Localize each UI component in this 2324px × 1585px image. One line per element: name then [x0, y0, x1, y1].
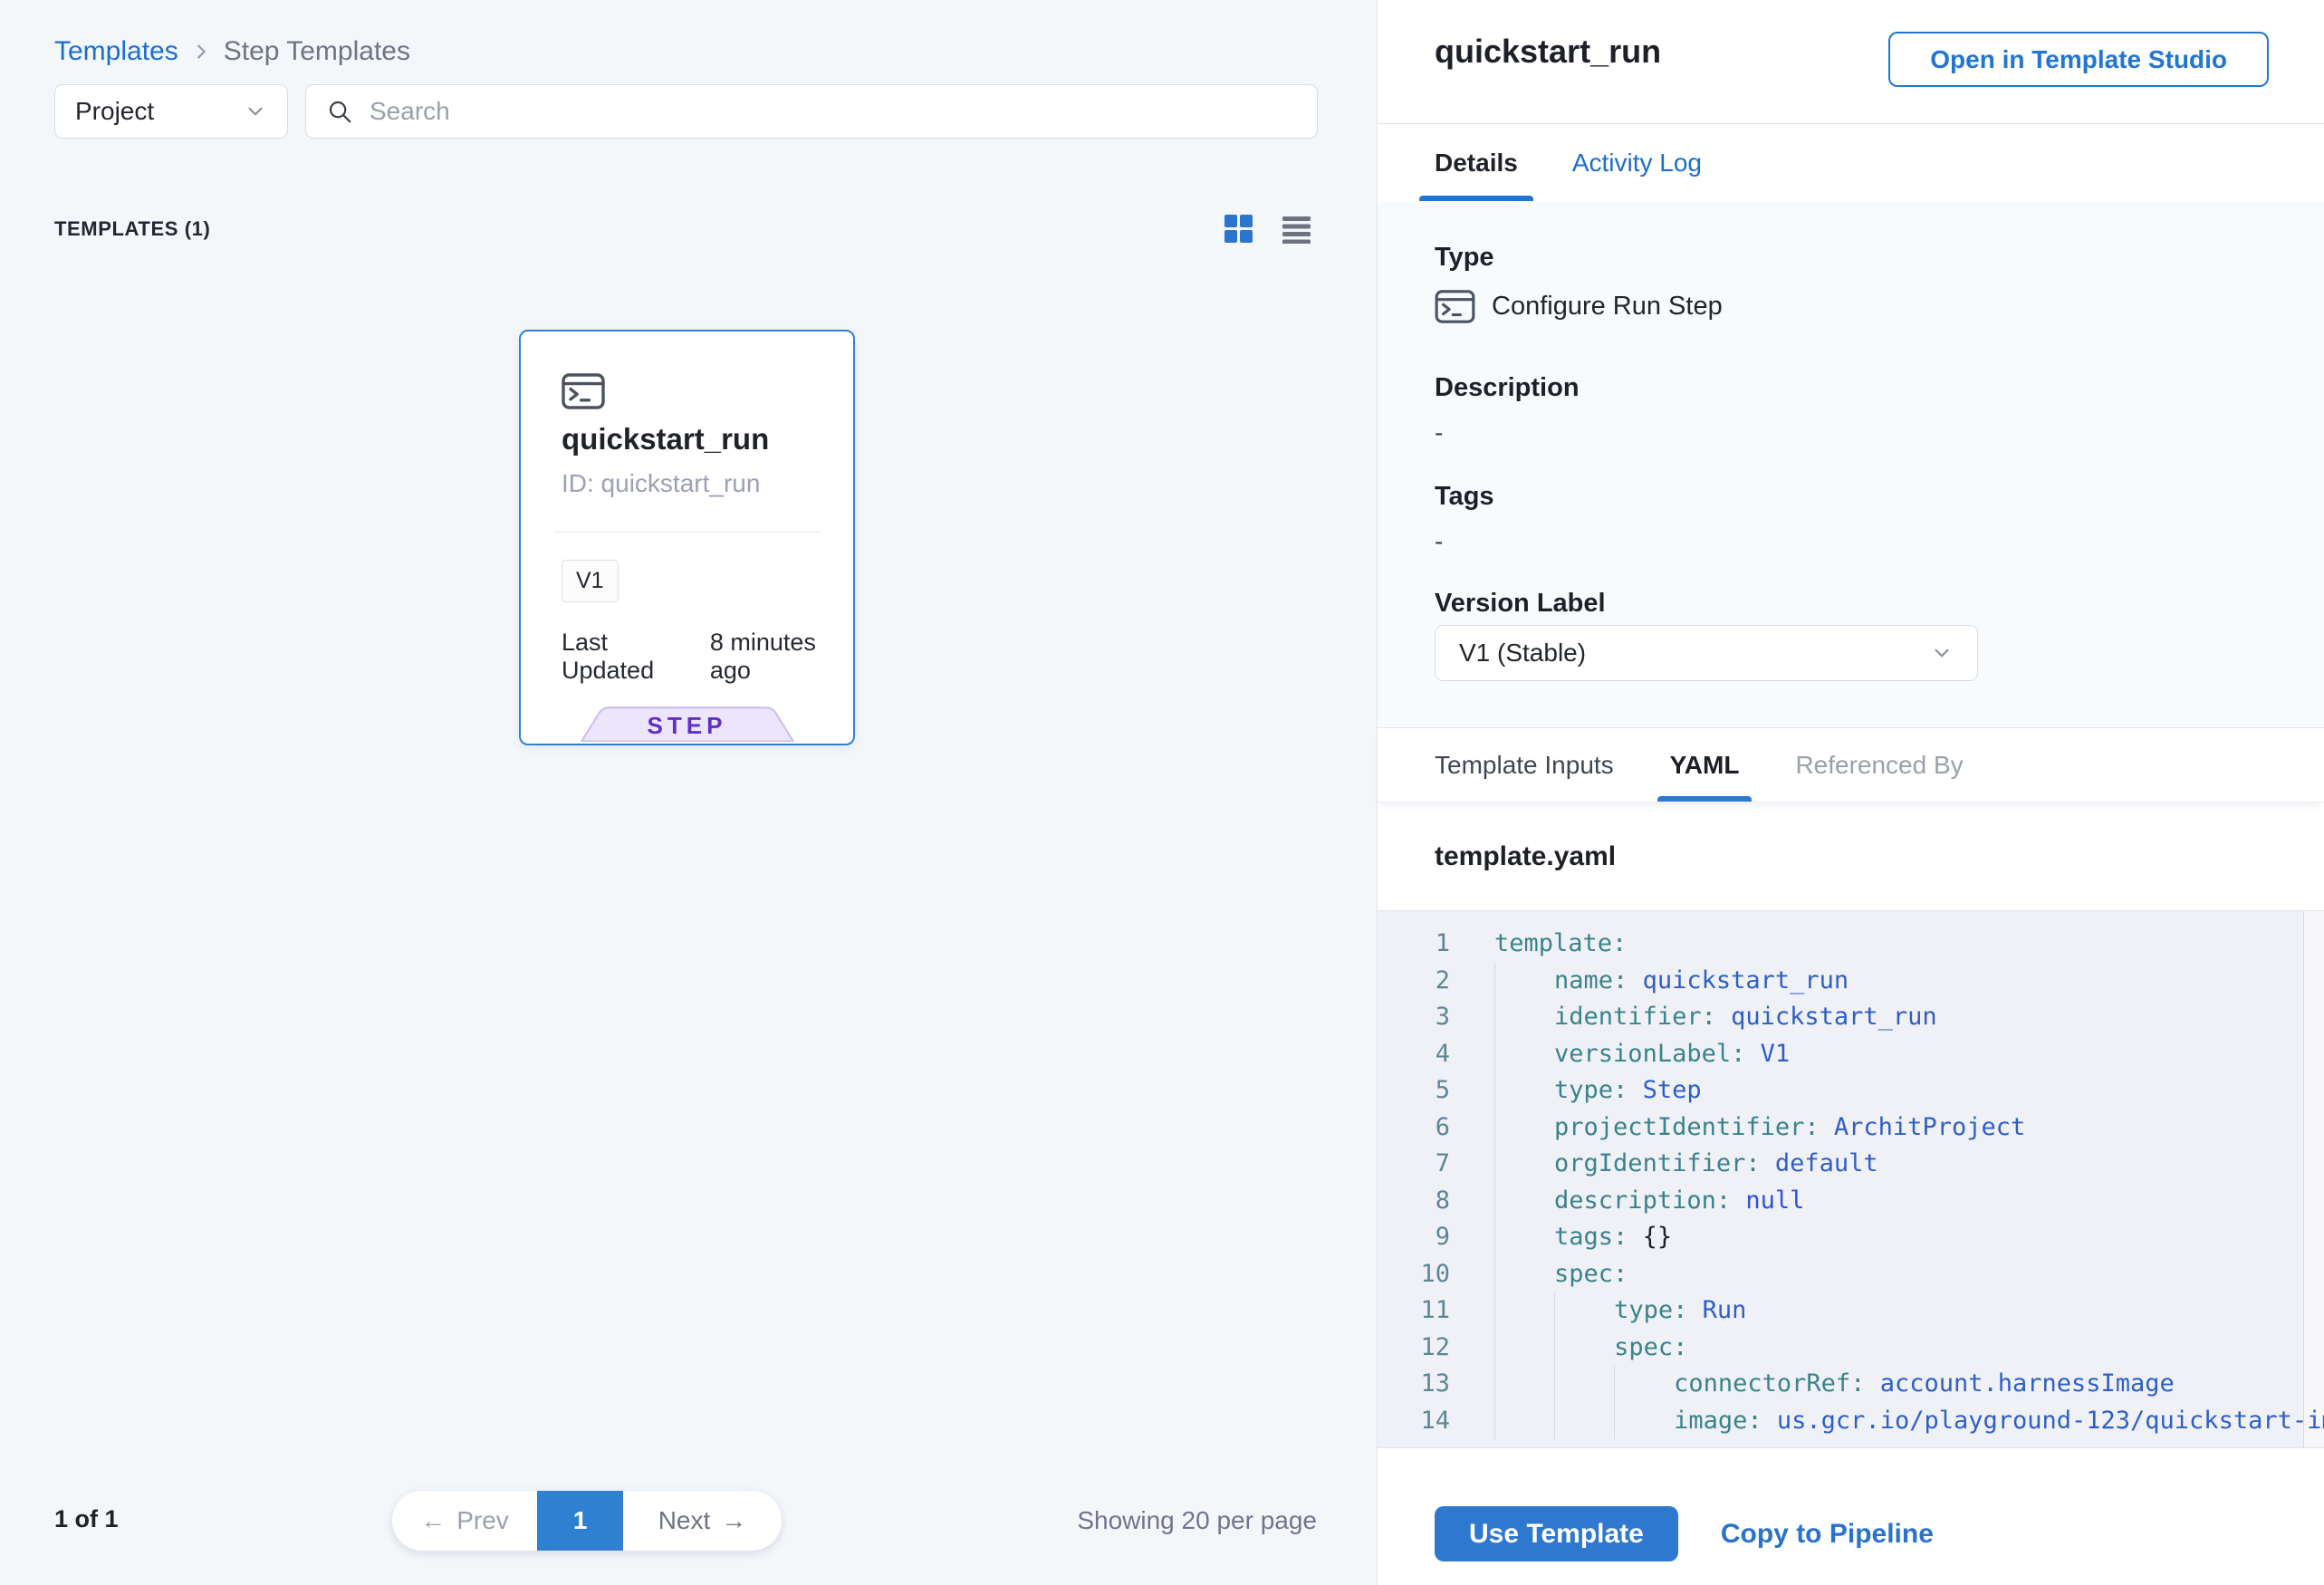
card-template-id: ID: quickstart_run — [562, 469, 760, 498]
yaml-line: 11 type: Run — [1378, 1292, 2324, 1330]
arrow-right-icon: → — [721, 1506, 746, 1535]
search-box — [305, 84, 1318, 139]
list-view-button[interactable] — [1282, 214, 1313, 245]
pager-page-1-button[interactable]: 1 — [537, 1491, 623, 1551]
chevron-down-icon — [244, 100, 267, 123]
details-panel-title: quickstart_run — [1435, 33, 1661, 71]
breadcrumb-templates-link[interactable]: Templates — [54, 36, 178, 67]
type-value-row: Configure Run Step — [1435, 290, 1723, 323]
yaml-line: 14 image: us.gcr.io/playground-123/quick… — [1378, 1403, 2324, 1440]
run-step-terminal-icon — [562, 373, 605, 409]
breadcrumb: Templates Step Templates — [54, 36, 410, 67]
version-label-select[interactable]: V1 (Stable) — [1435, 625, 1978, 681]
tab-details[interactable]: Details — [1435, 124, 1518, 201]
tags-label: Tags — [1435, 482, 1494, 512]
step-tag-label: STEP — [581, 712, 794, 740]
pager-prev-label: Prev — [456, 1506, 509, 1535]
yaml-line: 7 orgIdentifier: default — [1378, 1146, 2324, 1183]
use-template-button[interactable]: Use Template — [1435, 1506, 1678, 1561]
type-value: Configure Run Step — [1492, 292, 1723, 322]
yaml-file-header: template.yaml — [1378, 802, 2324, 910]
card-divider — [553, 532, 821, 533]
details-actions: Use Template Copy to Pipeline — [1435, 1506, 1934, 1561]
yaml-tab-bar: Template Inputs YAML Referenced By — [1378, 727, 2324, 802]
version-select-value: V1 (Stable) — [1459, 639, 1586, 668]
yaml-line: 4 versionLabel: V1 — [1378, 1036, 2324, 1073]
pagination-summary: 1 of 1 — [54, 1505, 119, 1533]
details-tab-bar: Details Activity Log — [1435, 124, 1702, 201]
last-updated-label: Last Updated — [562, 629, 697, 685]
templates-list-panel: Templates Step Templates Project TEMPLAT… — [0, 0, 1378, 1585]
breadcrumb-current: Step Templates — [224, 36, 410, 67]
description-label: Description — [1435, 373, 1580, 403]
pager: ← Prev 1 Next → — [392, 1491, 782, 1551]
yaml-line: 12 spec: — [1378, 1330, 2324, 1367]
yaml-lines: 1template:2 name: quickstart_run3 identi… — [1378, 926, 2324, 1439]
yaml-line: 8 description: null — [1378, 1183, 2324, 1220]
run-step-terminal-icon — [1435, 290, 1475, 323]
chevron-down-icon — [1930, 641, 1954, 665]
templates-count-header: TEMPLATES (1) — [54, 217, 210, 241]
version-label: Version Label — [1435, 589, 1606, 619]
yaml-code-viewer[interactable]: 1template:2 name: quickstart_run3 identi… — [1378, 910, 2324, 1448]
yaml-file-name: template.yaml — [1435, 841, 1616, 872]
yaml-line: 3 identifier: quickstart_run — [1378, 999, 2324, 1036]
tags-value: - — [1435, 527, 1443, 556]
copy-to-pipeline-link[interactable]: Copy to Pipeline — [1721, 1519, 1934, 1550]
details-section: Type Configure Run Step Description - Ta… — [1378, 201, 2324, 727]
search-icon — [326, 98, 353, 125]
step-type-tag: STEP — [581, 706, 794, 742]
last-updated-value: 8 minutes ago — [710, 629, 853, 685]
project-scope-select[interactable]: Project — [54, 84, 288, 139]
tab-yaml[interactable]: YAML — [1670, 728, 1740, 802]
yaml-line: 10 spec: — [1378, 1256, 2324, 1293]
search-input[interactable] — [370, 97, 1297, 126]
card-template-name: quickstart_run — [562, 422, 769, 456]
tab-template-inputs[interactable]: Template Inputs — [1435, 728, 1614, 802]
tab-referenced-by[interactable]: Referenced By — [1795, 728, 1963, 802]
arrow-left-icon: ← — [420, 1506, 446, 1535]
pager-next-button[interactable]: Next → — [623, 1491, 782, 1551]
pager-prev-button[interactable]: ← Prev — [392, 1491, 537, 1551]
template-details-panel: quickstart_run Open in Template Studio D… — [1378, 0, 2324, 1585]
grid-view-button[interactable] — [1224, 214, 1255, 245]
open-in-template-studio-button[interactable]: Open in Template Studio — [1888, 32, 2269, 87]
grid-view-icon — [1224, 215, 1255, 244]
yaml-line: 1template: — [1378, 926, 2324, 963]
yaml-line: 2 name: quickstart_run — [1378, 963, 2324, 1000]
tab-activity-log[interactable]: Activity Log — [1572, 124, 1702, 201]
template-card[interactable]: quickstart_run ID: quickstart_run V1 Las… — [519, 330, 855, 745]
pager-next-label: Next — [658, 1506, 711, 1535]
yaml-line: 13 connectorRef: account.harnessImage — [1378, 1366, 2324, 1403]
card-version-badge: V1 — [562, 560, 619, 602]
yaml-line: 9 tags: {} — [1378, 1219, 2324, 1256]
card-last-updated: Last Updated 8 minutes ago — [562, 629, 853, 685]
list-view-icon — [1282, 215, 1313, 244]
description-value: - — [1435, 418, 1443, 447]
scope-select-value: Project — [75, 97, 154, 126]
yaml-line: 6 projectIdentifier: ArchitProject — [1378, 1110, 2324, 1147]
per-page-indicator: Showing 20 per page — [1077, 1506, 1317, 1535]
yaml-line: 5 type: Step — [1378, 1072, 2324, 1110]
chevron-right-icon — [191, 42, 211, 62]
type-label: Type — [1435, 243, 1494, 273]
